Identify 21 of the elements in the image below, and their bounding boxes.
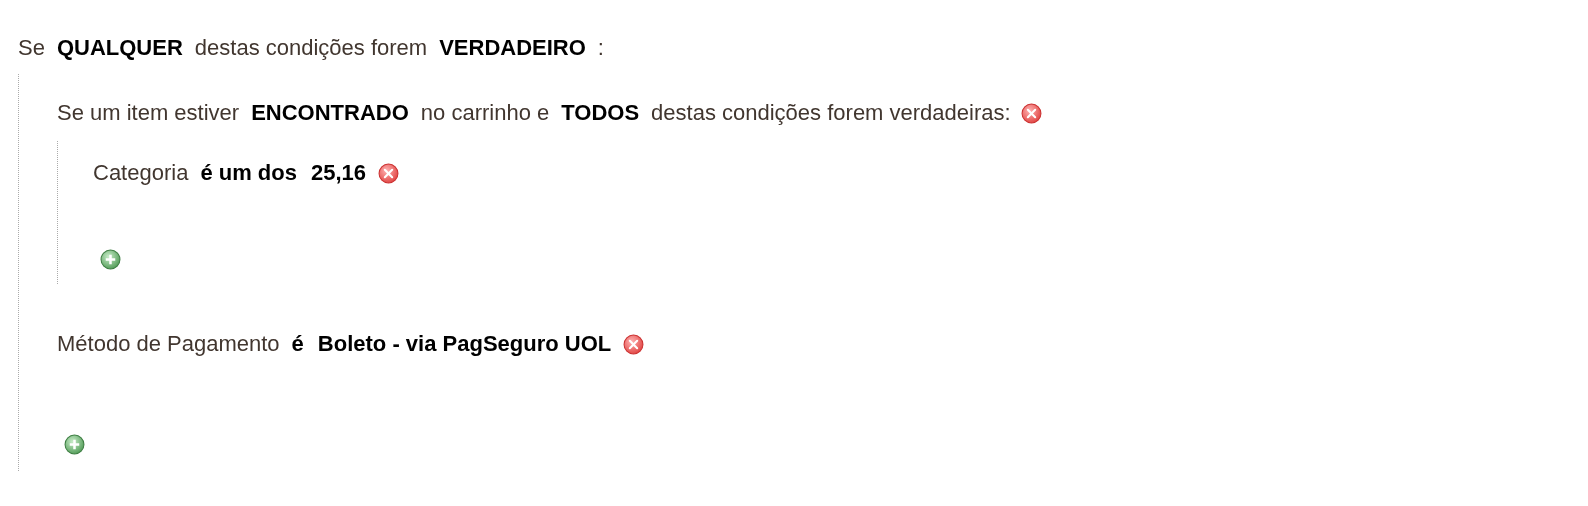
condition-value-link[interactable]: VERDADEIRO (439, 35, 586, 61)
condition-value-link[interactable]: 25,16 (310, 160, 367, 186)
condition-text: destas condições forem verdadeiras: (651, 100, 1011, 126)
condition-value-link[interactable]: QUALQUER (56, 35, 183, 61)
condition-text: Se (18, 35, 45, 61)
condition-text: Categoria (93, 160, 189, 186)
condition-text: destas condições forem (194, 35, 428, 61)
add-icon[interactable] (100, 249, 121, 270)
add-icon[interactable] (64, 434, 85, 455)
condition-text: : (597, 35, 604, 61)
condition-text: Método de Pagamento (57, 331, 280, 357)
condition-value-link[interactable]: TODOS (561, 100, 640, 126)
remove-icon[interactable] (623, 333, 645, 355)
condition-value-link[interactable]: ENCONTRADO (251, 100, 409, 126)
remove-icon[interactable] (1020, 102, 1042, 124)
condition-text: no carrinho e (420, 100, 550, 126)
remove-icon[interactable] (378, 162, 400, 184)
condition-value-link[interactable]: é um dos (200, 160, 297, 186)
condition-value-link[interactable]: é (291, 331, 304, 357)
condition-value-link[interactable]: Boleto - via PagSeguro UOL (317, 331, 612, 357)
condition-text: Se um item estiver (57, 100, 240, 126)
